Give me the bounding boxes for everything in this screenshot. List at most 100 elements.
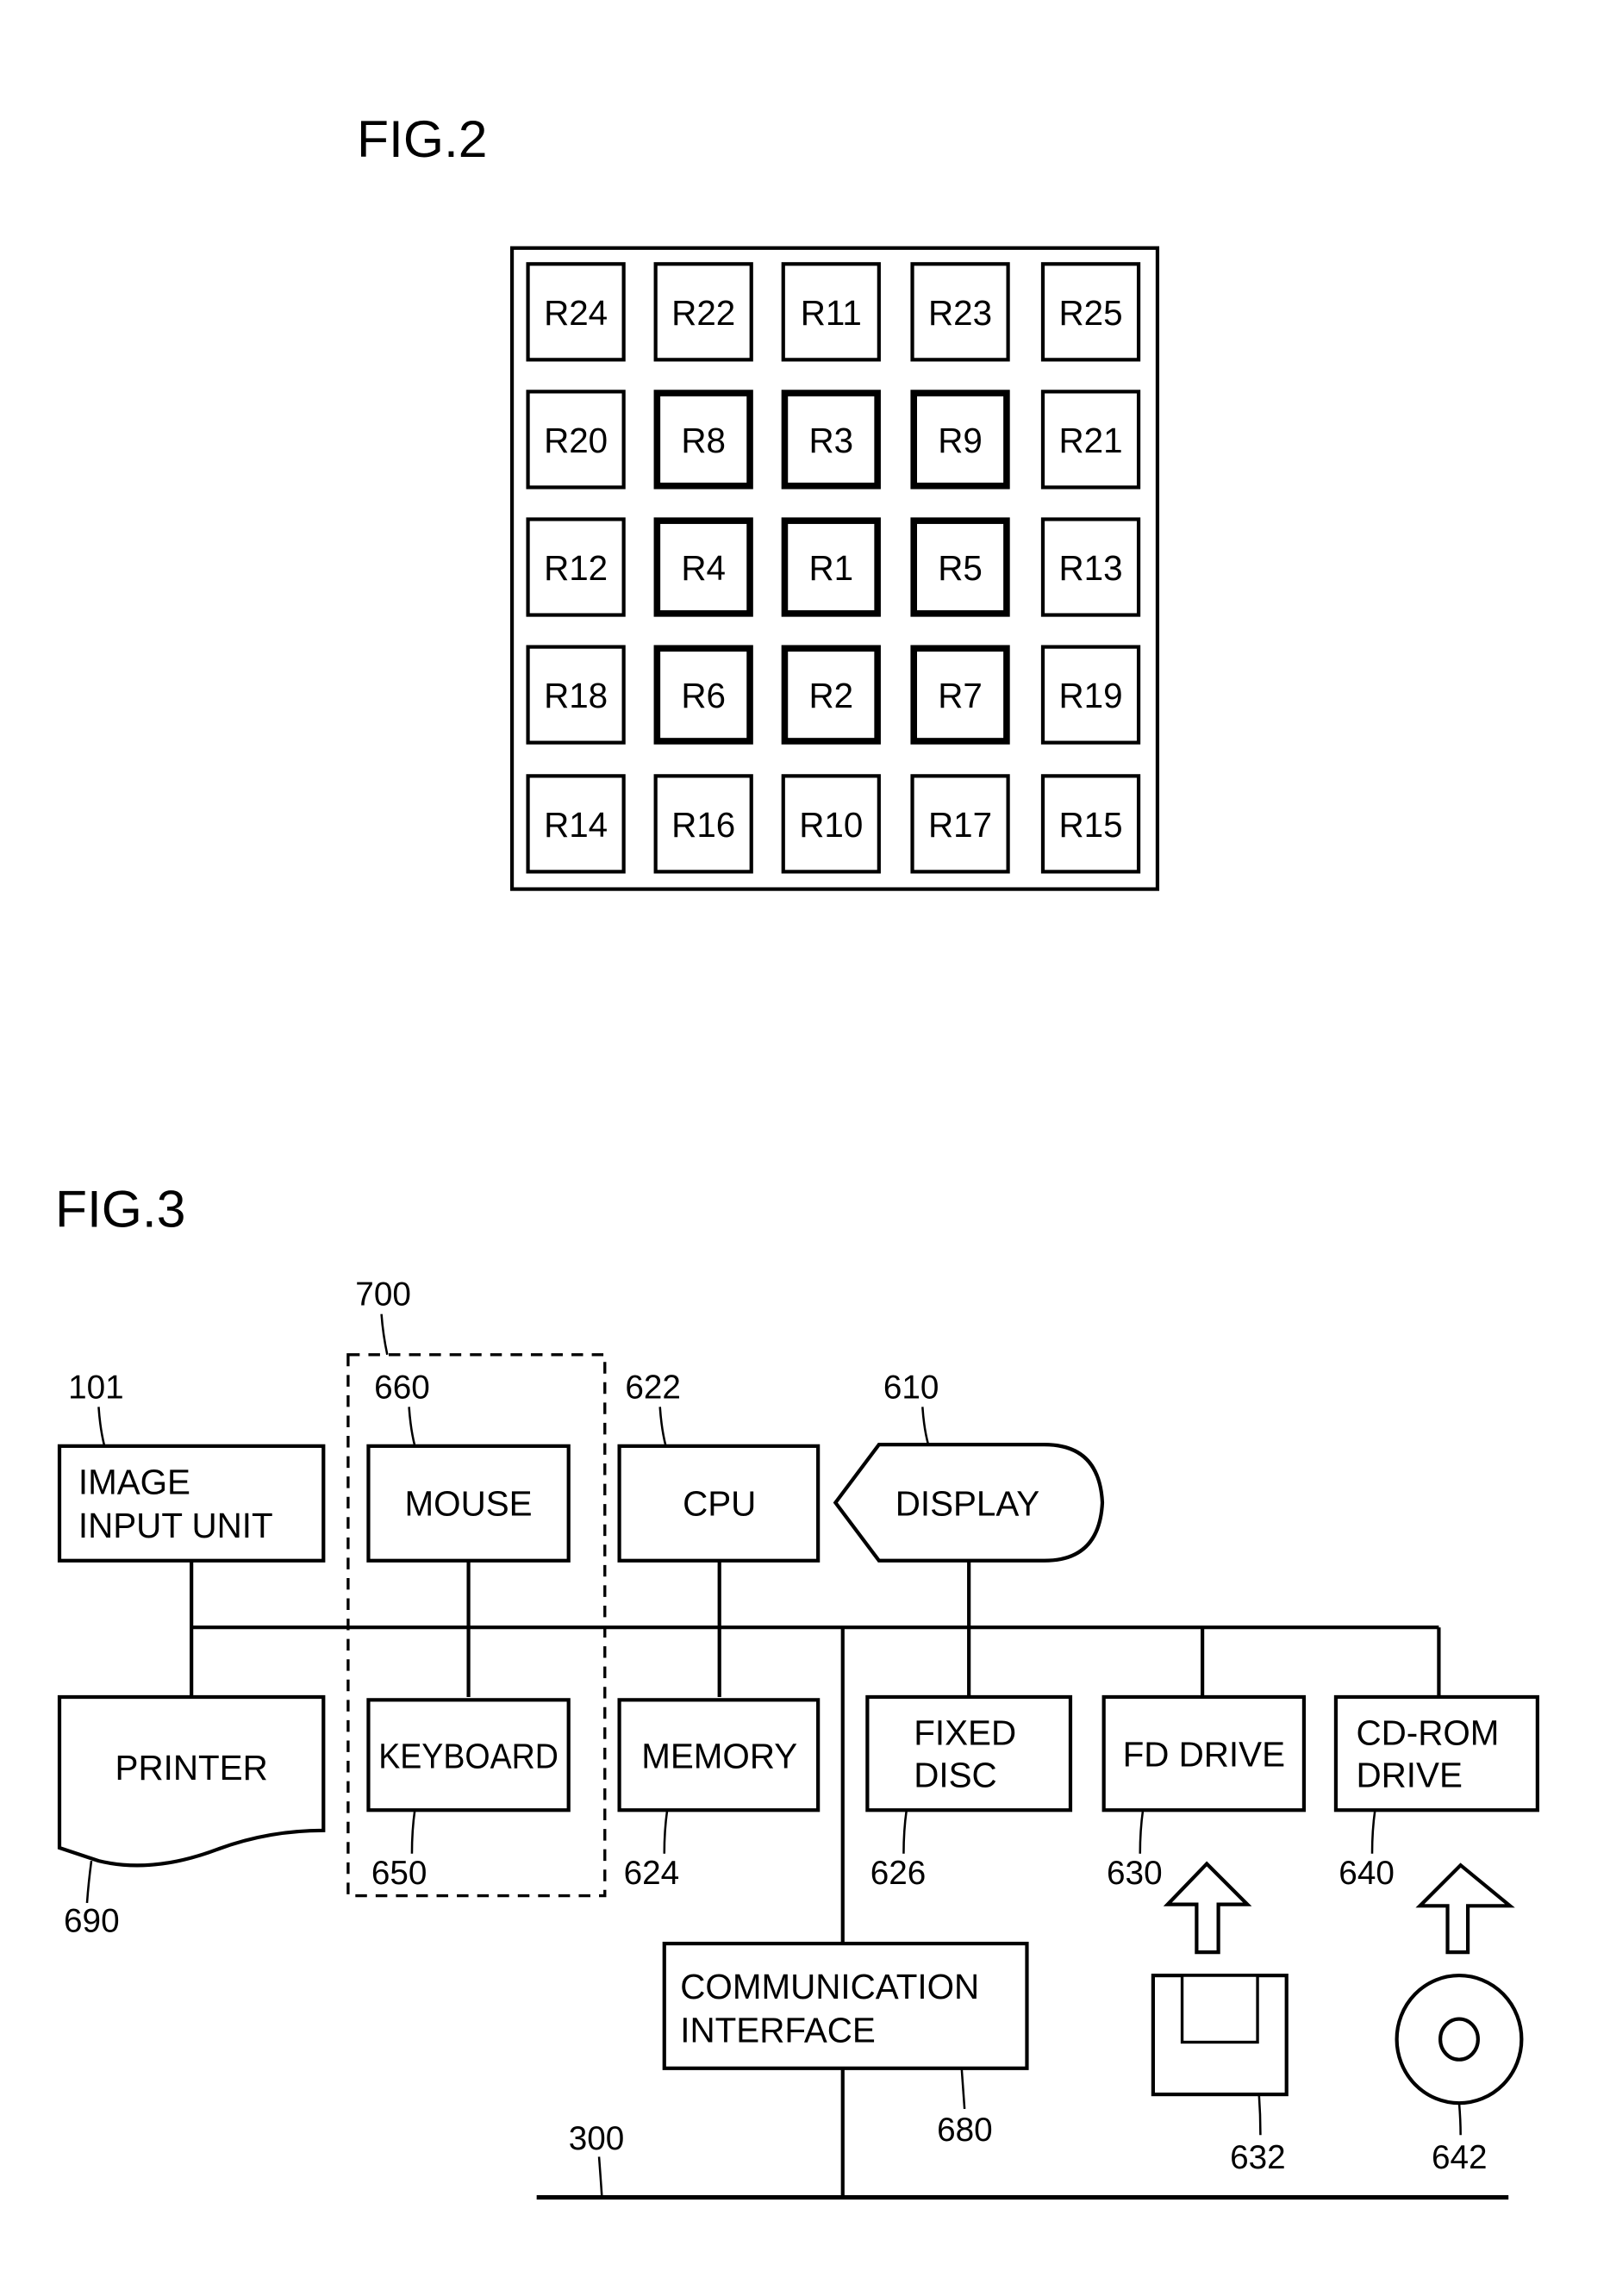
region-label: R12 — [544, 548, 608, 588]
region-label: R13 — [1058, 548, 1122, 588]
ref-626: 626 — [871, 1855, 927, 1892]
leader-622 — [658, 1407, 667, 1447]
printer-block: PRINTER 690 — [57, 1694, 326, 1940]
region-label: R18 — [544, 676, 608, 715]
leader-700 — [380, 1313, 389, 1356]
ref-640: 640 — [1339, 1855, 1395, 1892]
ref-630: 630 — [1107, 1855, 1163, 1892]
network-line: 300 — [536, 2120, 1509, 2200]
leader-101 — [97, 1407, 106, 1447]
display-label: DISPLAY — [895, 1484, 1040, 1524]
image-input-label-2: INPUT UNIT — [78, 1506, 273, 1545]
printer-label: PRINTER — [115, 1748, 268, 1788]
leader-690 — [85, 1860, 93, 1904]
fig3-title: FIG.3 — [55, 1180, 185, 1238]
region-cell-r13: R13 — [1040, 517, 1141, 617]
fixed-disc-block: FIXED DISC 626 — [865, 1694, 1073, 1892]
ref-101: 101 — [68, 1369, 124, 1406]
region-cell-r6: R6 — [653, 645, 753, 745]
cd-hole — [1438, 2017, 1480, 2062]
region-cell-r2: R2 — [781, 645, 881, 745]
region-cell-r25: R25 — [1040, 262, 1141, 362]
comm-interface-label-2: INTERFACE — [680, 2010, 876, 2050]
ref-632: 632 — [1230, 2139, 1286, 2176]
region-label: R25 — [1058, 293, 1122, 333]
fig3: FIG.3 700 IMAGE INPUT UNIT 101 MOUSE 660… — [55, 1180, 1539, 2200]
region-label: R22 — [671, 293, 735, 333]
leader-680 — [960, 2068, 966, 2109]
ref-680: 680 — [937, 2112, 993, 2149]
insert-arrow-icon — [1415, 1862, 1515, 1955]
leader-610 — [921, 1407, 930, 1445]
leader-626 — [902, 1810, 908, 1854]
insert-arrow-icon — [1163, 1861, 1252, 1955]
region-label: R21 — [1058, 421, 1122, 460]
region-label: R1 — [808, 548, 853, 588]
fd-drive-label: FD DRIVE — [1123, 1735, 1285, 1775]
fixed-disc-label-2: DISC — [914, 1755, 996, 1794]
leader-624 — [663, 1810, 669, 1854]
region-cell-r7: R7 — [910, 645, 1010, 745]
region-label: R2 — [808, 676, 853, 715]
region-cell-r21: R21 — [1040, 390, 1141, 490]
region-cell-r23: R23 — [910, 262, 1010, 362]
ref-650: 650 — [371, 1855, 427, 1892]
region-cell-r17: R17 — [910, 774, 1010, 874]
region-label: R3 — [808, 421, 853, 460]
ref-690: 690 — [64, 1903, 120, 1940]
region-cell-r4: R4 — [653, 517, 753, 617]
region-cell-r15: R15 — [1040, 774, 1141, 874]
region-cell-r5: R5 — [910, 517, 1010, 617]
region-cell-r14: R14 — [526, 774, 626, 874]
region-label: R5 — [938, 548, 983, 588]
region-label: R8 — [681, 421, 726, 460]
region-label: R11 — [801, 293, 862, 333]
region-label: R6 — [681, 676, 726, 715]
leader-640 — [1370, 1810, 1376, 1854]
fig2: FIG.2 R24 R22 R11 R23 R25 R20 R8 R3 R9 R21 R12 R4 R1… — [357, 109, 1160, 891]
region-cell-r24: R24 — [526, 262, 626, 362]
cdrom-drive-block: CD-ROM DRIVE 640 — [1333, 1694, 1539, 1892]
leader-630 — [1139, 1810, 1145, 1854]
region-cell-r22: R22 — [653, 262, 753, 362]
leader-300 — [597, 2156, 603, 2198]
region-label: R14 — [544, 805, 608, 845]
region-label: R20 — [544, 421, 608, 460]
leader-632 — [1257, 2093, 1262, 2136]
leader-642 — [1457, 2103, 1462, 2136]
fig2-title: FIG.2 — [357, 109, 487, 168]
mouse-block: MOUSE 660 — [366, 1369, 571, 1563]
ref-624: 624 — [624, 1855, 680, 1892]
region-cell-r10: R10 — [781, 774, 881, 874]
ref-642: 642 — [1432, 2139, 1488, 2176]
region-cell-r3: R3 — [781, 390, 881, 490]
keyboard-block: KEYBOARD 650 — [366, 1698, 571, 1892]
memory-label: MEMORY — [641, 1736, 797, 1775]
region-grid: R24 R22 R11 R23 R25 R20 R8 R3 R9 R21 R12 R4 R1 R5 R13 R… — [526, 262, 1141, 874]
cpu-block: CPU 622 — [617, 1369, 821, 1563]
region-cell-r11: R11 — [781, 262, 881, 362]
region-cell-r12: R12 — [526, 517, 626, 617]
region-label: R7 — [938, 676, 983, 715]
ref-610: 610 — [883, 1369, 939, 1406]
region-cell-r8: R8 — [653, 390, 753, 490]
display-block: DISPLAY 610 — [833, 1369, 1105, 1563]
communication-interface-block: COMMUNICATION INTERFACE 680 — [662, 1941, 1029, 2149]
region-label: R9 — [938, 421, 983, 460]
floppy-shutter — [1180, 1974, 1259, 2044]
region-label: R23 — [928, 293, 992, 333]
region-cell-r19: R19 — [1040, 645, 1141, 745]
region-label: R10 — [799, 805, 863, 845]
ref-660: 660 — [374, 1369, 430, 1406]
fixed-disc-label-1: FIXED — [914, 1713, 1016, 1753]
fd-drive-block: FD DRIVE 630 — [1101, 1694, 1307, 1892]
region-cell-r1: R1 — [781, 517, 881, 617]
region-label: R19 — [1058, 676, 1122, 715]
region-cell-r18: R18 — [526, 645, 626, 745]
ref-300: 300 — [569, 2120, 625, 2157]
image-input-unit: IMAGE INPUT UNIT 101 — [57, 1369, 326, 1563]
ref-700: 700 — [355, 1276, 411, 1313]
keyboard-label: KEYBOARD — [378, 1736, 559, 1775]
patent-drawing-sheet: FIG.2 R24 R22 R11 R23 R25 R20 R8 R3 R9 R21 R12 R4 R1… — [55, 109, 1539, 2200]
input-device-group-700 — [346, 1353, 607, 1898]
